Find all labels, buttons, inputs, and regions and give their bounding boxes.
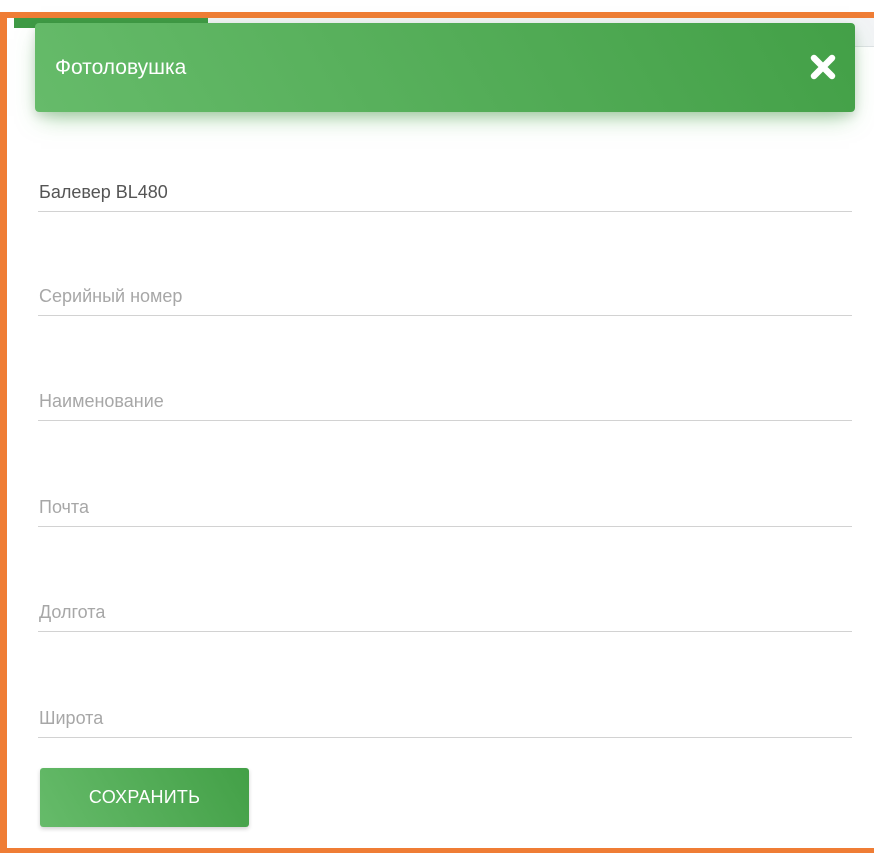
accent-border-left bbox=[0, 12, 7, 853]
modal-header: Фотоловушка bbox=[35, 23, 855, 112]
serial-number-input[interactable] bbox=[38, 286, 854, 307]
serial-number-field bbox=[38, 275, 854, 316]
latitude-field bbox=[38, 697, 854, 738]
email-field bbox=[38, 486, 854, 527]
close-icon bbox=[810, 54, 836, 80]
longitude-field bbox=[38, 591, 854, 632]
model-input[interactable] bbox=[38, 182, 854, 203]
modal-title: Фотоловушка bbox=[55, 56, 187, 79]
title-field bbox=[38, 380, 854, 421]
page-frame: Фотоловушка СОХРАНИТЬ bbox=[0, 0, 874, 853]
email-input[interactable] bbox=[38, 497, 854, 518]
accent-border-bottom bbox=[0, 848, 874, 853]
title-input[interactable] bbox=[38, 391, 854, 412]
close-button[interactable] bbox=[809, 53, 837, 81]
latitude-input[interactable] bbox=[38, 708, 854, 729]
model-field bbox=[38, 171, 854, 212]
longitude-input[interactable] bbox=[38, 602, 854, 623]
save-button[interactable]: СОХРАНИТЬ bbox=[40, 768, 249, 827]
